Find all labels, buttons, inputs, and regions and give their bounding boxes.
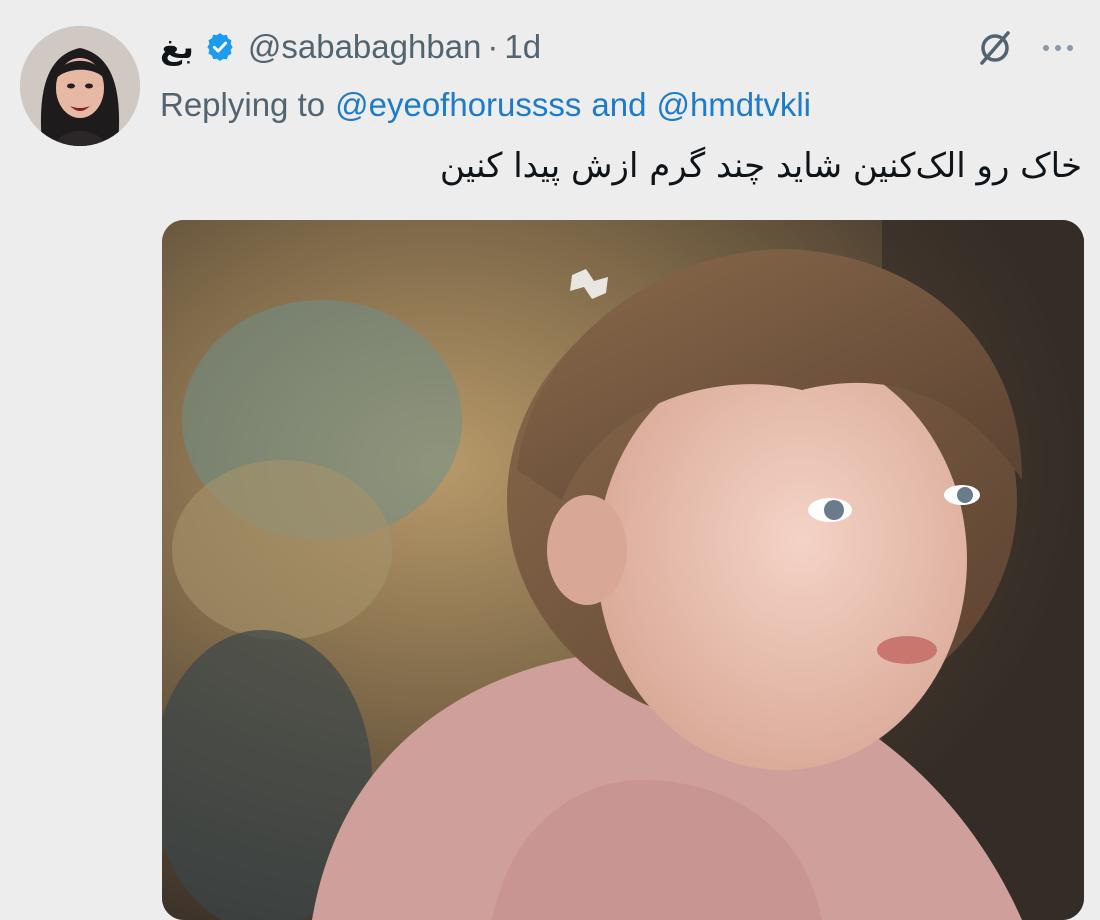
- tweet[interactable]: بغ @sababaghban · 1d Replying to @eyeofh…: [0, 0, 1100, 920]
- media-image[interactable]: [162, 220, 1084, 920]
- replying-to: Replying to @eyeofhorussss and @hmdtvkli: [160, 82, 811, 128]
- reply-conjunction: and: [591, 86, 647, 123]
- verified-badge-icon: [204, 31, 236, 63]
- toddler-photo: [162, 220, 1084, 920]
- display-name[interactable]: بغ: [160, 28, 194, 66]
- slashed-circle-icon[interactable]: [973, 26, 1017, 70]
- avatar-portrait: [20, 26, 140, 146]
- avatar[interactable]: [20, 26, 140, 146]
- timestamp[interactable]: 1d: [504, 28, 541, 66]
- separator-dot: ·: [487, 28, 499, 65]
- tweet-header: بغ @sababaghban · 1d: [160, 22, 541, 72]
- reply-mention-link[interactable]: @eyeofhorussss: [335, 86, 581, 124]
- more-dots-icon[interactable]: [1038, 36, 1078, 60]
- reply-mention-link[interactable]: @hmdtvkli: [656, 86, 811, 124]
- user-handle[interactable]: @sababaghban: [248, 28, 482, 66]
- tweet-text: خاک رو الک‌کنین شاید چند گرم ازش پیدا کن…: [439, 146, 1082, 186]
- reply-prefix: Replying to: [160, 86, 326, 123]
